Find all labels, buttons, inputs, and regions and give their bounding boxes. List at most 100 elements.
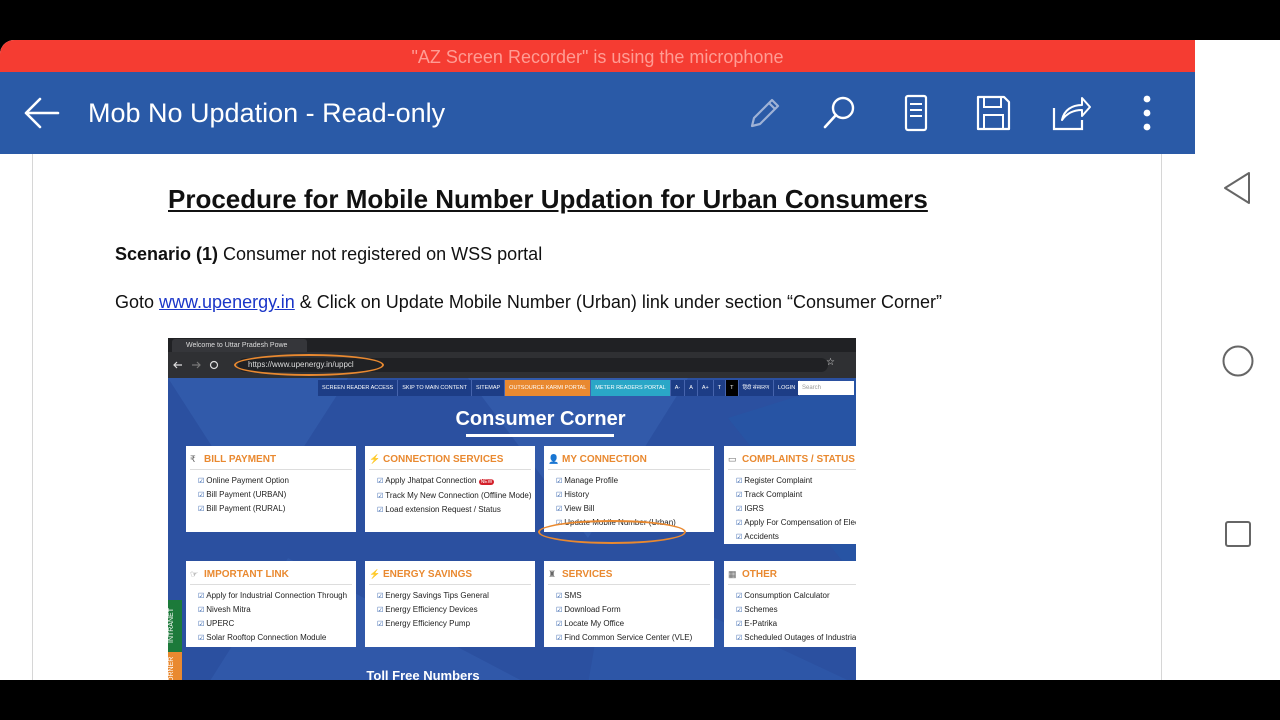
recorder-banner: "AZ Screen Recorder" is using the microp…	[0, 40, 1195, 72]
user-icon: 👤	[548, 454, 560, 464]
card-energy-savings: ⚡ ENERGY SAVINGS Energy Savings Tips Gen…	[365, 561, 535, 647]
nav-item: T	[713, 380, 727, 396]
android-nav-bar	[1195, 40, 1280, 680]
card-item: Schemes	[736, 603, 856, 617]
goto-suffix: & Click on Update Mobile Number (Urban) …	[294, 292, 943, 312]
more-vert-icon[interactable]	[1126, 92, 1170, 134]
card-item: Load extension Request / Status	[377, 503, 535, 517]
nav-item: A+	[697, 380, 714, 396]
lamp-icon: ♜	[548, 569, 557, 579]
pencil-icon[interactable]	[742, 92, 786, 134]
card-item: Apply for Industrial Connection Through	[198, 589, 356, 603]
save-icon[interactable]	[971, 92, 1015, 134]
card-complaints-status: ▭ COMPLAINTS / STATUS Register Complaint…	[724, 446, 856, 544]
nav-item: SITEMAP	[472, 380, 506, 396]
consumer-corner-title: Consumer Corner	[455, 408, 626, 430]
card-item: Apply Jhatpat Connection NEW	[377, 474, 535, 489]
nav-item: हिंदी संस्करण	[738, 380, 775, 396]
app-bar: Mob No Updation - Read-only	[0, 72, 1195, 154]
title-underline	[466, 434, 614, 437]
scenario-label: Scenario (1)	[115, 244, 219, 264]
recents-square-icon[interactable]	[1224, 520, 1252, 553]
nav-item: A	[685, 380, 698, 396]
card-item: Track My New Connection (Offline Mode)	[377, 489, 535, 503]
card-title: ENERGY SAVINGS	[369, 561, 531, 585]
card-item: Online Payment Option	[198, 474, 356, 488]
card-item: UPERC	[198, 617, 356, 631]
card-item: History	[556, 488, 714, 502]
document-heading: Procedure for Mobile Number Updation for…	[168, 184, 928, 214]
bolt-icon: ⚡	[369, 569, 381, 579]
nav-item: METER READERS PORTAL	[591, 380, 671, 396]
rupee-icon: ₹	[190, 454, 196, 464]
card-item: Bill Payment (RURAL)	[198, 502, 356, 516]
card-item: Download Form	[556, 603, 714, 617]
reading-view-icon[interactable]	[894, 92, 938, 134]
card-item: Manage Profile	[556, 474, 714, 488]
browser-nav-icons	[173, 360, 219, 370]
nav-item: SCREEN READER ACCESS	[318, 380, 399, 396]
back-triangle-icon[interactable]	[1221, 170, 1253, 211]
card-item: Energy Efficiency Pump	[377, 617, 535, 631]
nav-item: SKIP TO MAIN CONTENT	[398, 380, 473, 396]
card-title: COMPLAINTS / STATUS	[728, 446, 856, 470]
document-title: Mob No Updation - Read-only	[88, 98, 446, 128]
scenario-text: Consumer not registered on WSS portal	[218, 244, 543, 264]
nav-item: OUTSOURCE KARMI PORTAL	[505, 380, 592, 396]
upenergy-link[interactable]: www.upenergy.in	[159, 292, 295, 312]
home-circle-icon[interactable]	[1221, 344, 1255, 383]
intranet-side-tab: INTRANET	[168, 600, 182, 652]
card-item: Energy Savings Tips General	[377, 589, 535, 603]
app-screen: "AZ Screen Recorder" is using the microp…	[0, 40, 1195, 680]
goto-line: Goto www.upenergy.in & Click on Update M…	[115, 292, 942, 313]
card-item: Scheduled Outages of Industrial	[736, 631, 856, 645]
url-highlight-oval	[234, 354, 384, 376]
card-item: Bill Payment (URBAN)	[198, 488, 356, 502]
nav-item: T	[726, 380, 739, 396]
card-item: Consumption Calculator	[736, 589, 856, 603]
website-screenshot: Welcome to Uttar Pradesh Powe https://ww…	[168, 338, 856, 680]
card-item: Solar Rooftop Connection Module	[198, 631, 356, 645]
card-bill-payment: ₹ BILL PAYMENT Online Payment Option Bil…	[186, 446, 356, 532]
complaint-icon: ▭	[728, 454, 737, 464]
card-important-link: ☞ IMPORTANT LINK Apply for Industrial Co…	[186, 561, 356, 647]
site-nav-strip: SCREEN READER ACCESS SKIP TO MAIN CONTEN…	[318, 380, 801, 396]
browser-tab-strip: Welcome to Uttar Pradesh Powe	[168, 338, 856, 352]
browser-tab: Welcome to Uttar Pradesh Powe	[172, 339, 307, 352]
card-other: ▦ OTHER Consumption Calculator Schemes E…	[724, 561, 856, 647]
card-title: CONNECTION SERVICES	[369, 446, 531, 470]
goto-prefix: Goto	[115, 292, 160, 312]
new-badge: NEW	[478, 479, 495, 485]
site-search-box: Search	[798, 381, 854, 395]
search-icon[interactable]	[818, 92, 862, 134]
browser-address-bar: https://www.upenergy.in/uppcl ☆	[168, 352, 856, 378]
card-item: E-Patrika	[736, 617, 856, 631]
update-link-highlight-oval	[538, 520, 686, 544]
card-my-connection: 👤 MY CONNECTION Manage Profile History V…	[538, 446, 714, 544]
card-title: MY CONNECTION	[548, 446, 710, 470]
card-item: View Bill	[556, 502, 714, 516]
share-icon[interactable]	[1048, 92, 1092, 134]
document-page: Procedure for Mobile Number Updation for…	[32, 154, 1162, 680]
card-item: Energy Efficiency Devices	[377, 603, 535, 617]
link-icon: ☞	[190, 569, 199, 579]
card-item: SMS	[556, 589, 714, 603]
card-item: Track Complaint	[736, 488, 856, 502]
card-connection-services: ⚡ CONNECTION SERVICES Apply Jhatpat Conn…	[365, 446, 535, 532]
card-services: ♜ SERVICES SMS Download Form Locate My O…	[544, 561, 714, 647]
card-item: IGRS	[736, 502, 856, 516]
card-item: Nivesh Mitra	[198, 603, 356, 617]
grid-icon: ▦	[728, 569, 737, 579]
nav-item: A-	[670, 380, 686, 396]
back-arrow-icon[interactable]	[22, 96, 60, 130]
card-title: IMPORTANT LINK	[190, 561, 352, 585]
card-item: Locate My Office	[556, 617, 714, 631]
card-title: BILL PAYMENT	[190, 446, 352, 470]
card-item: Apply For Compensation of Electric	[736, 516, 856, 530]
bookmark-star-icon: ☆	[826, 357, 835, 368]
card-item: Find Common Service Center (VLE)	[556, 631, 714, 645]
scenario-line: Scenario (1) Consumer not registered on …	[115, 244, 542, 265]
card-item: Register Complaint	[736, 474, 856, 488]
toll-free-heading: Toll Free Numbers	[366, 668, 480, 680]
card-item: Accidents	[736, 530, 856, 544]
